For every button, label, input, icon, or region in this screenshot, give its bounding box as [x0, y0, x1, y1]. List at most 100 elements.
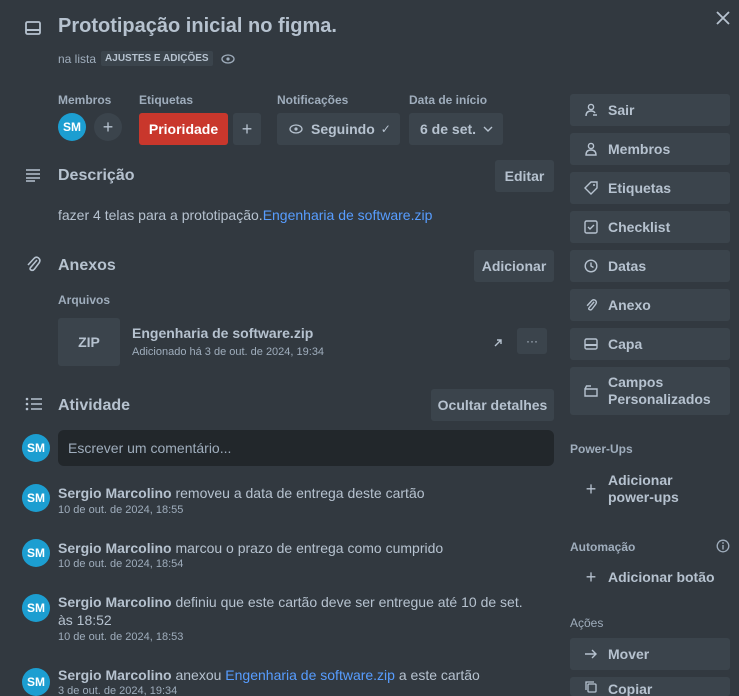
activity-item-text: Sergio Marcolino removeu a data de entre… — [58, 484, 538, 502]
add-label-button[interactable]: + — [233, 113, 261, 145]
label-prioridade[interactable]: Prioridade — [139, 113, 228, 145]
move-label: Mover — [608, 646, 650, 662]
watch-button[interactable]: Seguindo ✓ — [277, 113, 400, 145]
add-powerups-label: Adicionar power-ups — [608, 472, 679, 505]
add-powerups-button[interactable]: + Adicionar power-ups — [570, 465, 730, 513]
clock-icon — [582, 259, 600, 273]
edit-description-button[interactable]: Editar — [495, 160, 554, 192]
custom-fields-label: Campos Personalizados — [608, 374, 711, 407]
members-label: Membros — [608, 141, 671, 157]
custom-fields-button[interactable]: Campos Personalizados — [570, 367, 730, 415]
activity-time[interactable]: 10 de out. de 2024, 18:54 — [58, 558, 183, 570]
plus-icon: + — [585, 478, 597, 499]
custom-fields-icon — [582, 385, 600, 397]
checklist-button[interactable]: Checklist — [570, 211, 730, 243]
activity-link[interactable]: Engenharia de software.zip — [225, 667, 395, 683]
member-avatar[interactable]: SM — [58, 113, 86, 141]
description-title: Descrição — [58, 167, 135, 184]
labels-label: Etiquetas — [139, 93, 194, 107]
activity-action: marcou o prazo de entrega como cumprido — [171, 540, 444, 556]
plus-icon: + — [241, 119, 253, 139]
open-external-icon[interactable] — [493, 335, 503, 351]
description-body: fazer 4 telas para a prototipação. — [58, 207, 263, 223]
eye-icon — [220, 53, 235, 64]
copy-button[interactable]: Copiar — [570, 677, 730, 696]
card-title[interactable]: Prototipação inicial no figma. — [58, 15, 337, 38]
members-icon — [582, 142, 600, 156]
activity-item-text: Sergio Marcolino marcou o prazo de entre… — [58, 539, 538, 557]
activity-time[interactable]: 3 de out. de 2024, 19:34 — [58, 685, 177, 696]
card-icon — [25, 21, 41, 38]
cover-label: Capa — [608, 336, 643, 352]
add-button-button[interactable]: + Adicionar botão — [570, 561, 730, 593]
activity-avatar[interactable]: SM — [22, 539, 50, 567]
powerups-label: Power-Ups — [570, 442, 633, 456]
info-icon[interactable] — [716, 539, 730, 556]
automation-label: Automação — [570, 540, 636, 554]
hide-details-button[interactable]: Ocultar detalhes — [431, 389, 554, 421]
eye-icon — [289, 124, 303, 134]
start-date-label: Data de início — [409, 93, 488, 107]
description-link[interactable]: Engenharia de software.zip — [263, 207, 433, 223]
labels-button-label: Etiquetas — [608, 180, 672, 196]
activity-user[interactable]: Sergio Marcolino — [58, 667, 172, 683]
check-icon: ✓ — [380, 122, 391, 136]
add-button-label: Adicionar botão — [608, 569, 715, 585]
leave-icon — [582, 103, 600, 117]
start-date-value: 6 de set. — [420, 121, 477, 137]
activity-user[interactable]: Sergio Marcolino — [58, 594, 172, 610]
list-name[interactable]: AJUSTES E ADIÇÕES — [101, 51, 213, 66]
comment-placeholder: Escrever um comentário... — [68, 440, 232, 456]
notifications-label: Notificações — [277, 93, 349, 107]
activity-title: Atividade — [58, 397, 131, 414]
labels-button[interactable]: Etiquetas — [570, 172, 730, 204]
attachment-label: Anexo — [608, 297, 651, 313]
add-member-button[interactable]: + — [94, 113, 122, 141]
close-icon[interactable] — [715, 10, 733, 28]
actions-label: Ações — [570, 616, 604, 630]
files-label: Arquivos — [58, 293, 111, 307]
start-date-button[interactable]: 6 de set. — [409, 113, 503, 145]
attachment-button[interactable]: Anexo — [570, 289, 730, 321]
paperclip-icon — [582, 298, 600, 312]
cover-button[interactable]: Capa — [570, 328, 730, 360]
leave-button[interactable]: Sair — [570, 94, 730, 126]
attachment-more-button[interactable]: ··· — [517, 328, 547, 354]
copy-icon — [582, 681, 600, 693]
activity-user[interactable]: Sergio Marcolino — [58, 540, 172, 556]
current-user-avatar: SM — [22, 434, 50, 462]
checklist-icon — [582, 220, 600, 234]
members-button[interactable]: Membros — [570, 133, 730, 165]
dates-label: Datas — [608, 258, 647, 274]
description-text: fazer 4 telas para a prototipação.Engenh… — [58, 207, 432, 223]
arrow-right-icon — [582, 649, 600, 659]
activity-item-text: Sergio Marcolino definiu que este cartão… — [58, 593, 528, 629]
plus-icon: + — [102, 117, 114, 137]
activity-action-end: a este cartão — [394, 667, 480, 683]
list-info: na lista AJUSTES E ADIÇÕES — [58, 51, 235, 66]
checklist-label: Checklist — [608, 219, 671, 235]
attachment-thumbnail[interactable]: ZIP — [58, 318, 120, 366]
plus-icon: + — [585, 566, 597, 587]
activity-time[interactable]: 10 de out. de 2024, 18:53 — [58, 631, 183, 643]
activity-time[interactable]: 10 de out. de 2024, 18:55 — [58, 504, 183, 516]
leave-label: Sair — [608, 102, 635, 118]
move-button[interactable]: Mover — [570, 638, 730, 670]
activity-avatar[interactable]: SM — [22, 484, 50, 512]
dates-button[interactable]: Datas — [570, 250, 730, 282]
attachment-date: Adicionado há 3 de out. de 2024, 19:34 — [132, 346, 325, 358]
activity-avatar[interactable]: SM — [22, 668, 50, 696]
add-attachment-button[interactable]: Adicionar — [474, 250, 554, 282]
activity-user[interactable]: Sergio Marcolino — [58, 485, 172, 501]
description-icon — [25, 168, 41, 185]
activity-action: removeu a data de entrega deste cartão — [171, 485, 425, 501]
watch-label: Seguindo — [311, 121, 375, 137]
chevron-down-icon — [483, 126, 493, 132]
attachments-title: Anexos — [58, 257, 116, 274]
comment-input[interactable]: Escrever um comentário... — [58, 430, 554, 466]
activity-item-text: Sergio Marcolino anexou Engenharia de so… — [58, 666, 538, 684]
paperclip-icon — [25, 255, 41, 276]
activity-icon — [25, 397, 43, 414]
attachment-name[interactable]: Engenharia de software.zip — [132, 325, 313, 341]
activity-avatar[interactable]: SM — [22, 594, 50, 622]
